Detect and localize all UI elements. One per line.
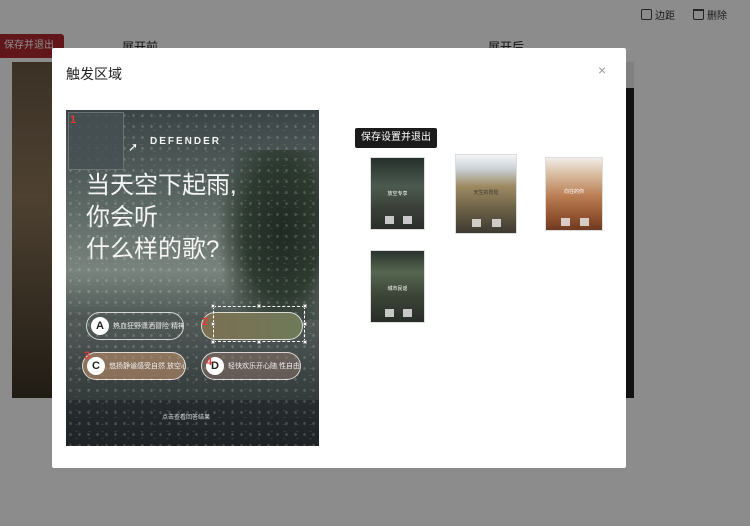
thumbnail-label-3: 向往的你: [563, 189, 584, 195]
result-thumbnail-2[interactable]: 天生的冒险: [455, 154, 517, 234]
resize-handle[interactable]: [257, 304, 261, 308]
resize-handle[interactable]: [211, 304, 215, 308]
thumbnail-qr: [403, 216, 412, 224]
thumbnail-qr: [561, 218, 570, 226]
save-settings-tooltip[interactable]: 保存设置并退出: [355, 128, 437, 148]
option-text-a: 热血狂野潇洒冒险 精神的摇滚乐?: [113, 322, 183, 330]
answer-option-a[interactable]: A 热血狂野潇洒冒险 精神的摇滚乐?: [86, 312, 184, 340]
poster-headline: 当天空下起雨, 你会听 什么样的歌?: [86, 170, 237, 266]
resize-handle[interactable]: [303, 340, 307, 344]
resize-handle[interactable]: [303, 322, 307, 326]
thumbnail-qr: [403, 309, 412, 317]
result-thumbnail-3[interactable]: 向往的你: [545, 157, 603, 231]
answer-option-d[interactable]: D 轻快欢乐开心随 性自由的流行?: [201, 352, 301, 380]
resize-handle[interactable]: [211, 322, 215, 326]
option-text-c: 悠扬静谧感受自然 放空心情的民谣?: [109, 362, 185, 370]
cursor-icon: ➚: [128, 140, 139, 154]
answer-option-c[interactable]: C 悠扬静谧感受自然 放空心情的民谣?: [82, 352, 186, 380]
result-thumbnail-1[interactable]: 放空专享: [370, 157, 425, 230]
poster-preview[interactable]: 1 ➚ DEFENDER 当天空下起雨, 你会听 什么样的歌? A 热血狂野潇洒…: [66, 110, 319, 446]
brand-logo: DEFENDER: [150, 136, 222, 147]
thumbnail-qr: [472, 219, 481, 227]
headline-line-2: 你会听: [86, 204, 158, 231]
modal-title: 触发区域: [66, 66, 122, 82]
thumbnail-label-2: 天生的冒险: [473, 190, 499, 196]
area-mark-2: 2: [202, 316, 209, 328]
thumbnail-qr: [492, 219, 501, 227]
option-letter-a: A: [91, 317, 109, 335]
thumbnail-label-4: 城市民谣: [387, 286, 408, 292]
trigger-area-modal: 触发区域 × 1 ➚ DEFENDER 当天空下起雨, 你会听 什么样的歌? A…: [52, 48, 626, 468]
resize-handle[interactable]: [211, 340, 215, 344]
headline-line-1: 当天空下起雨,: [86, 172, 237, 199]
poster-minimap[interactable]: [68, 112, 124, 170]
thumbnail-qr: [580, 218, 589, 226]
resize-handle[interactable]: [257, 340, 261, 344]
headline-line-3: 什么样的歌?: [86, 236, 220, 263]
result-thumbnail-4[interactable]: 城市民谣: [370, 250, 425, 323]
thumbnail-qr: [385, 216, 394, 224]
option-text-d: 轻快欢乐开心随 性自由的流行?: [228, 362, 300, 370]
area-mark-4: 4: [206, 356, 213, 368]
poster-footer: 点击查看回答结果: [162, 415, 211, 421]
area-mark-1: 1: [70, 114, 77, 126]
selection-box[interactable]: [213, 306, 305, 342]
thumbnail-qr: [385, 309, 394, 317]
area-mark-3: 3: [84, 350, 91, 362]
thumbnail-label-1: 放空专享: [387, 191, 408, 197]
resize-handle[interactable]: [303, 304, 307, 308]
close-icon[interactable]: ×: [598, 62, 606, 78]
